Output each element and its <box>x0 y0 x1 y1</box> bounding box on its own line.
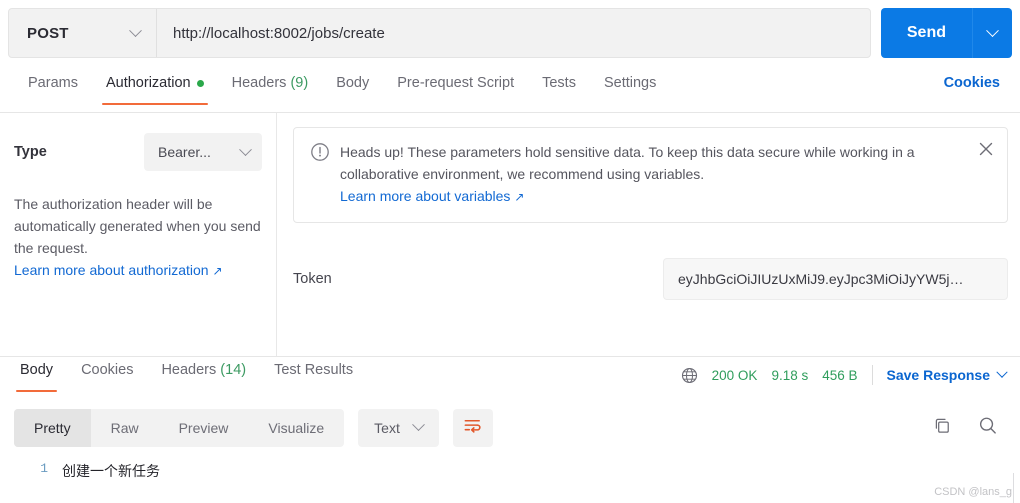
tab-label: Cookies <box>81 362 134 378</box>
alert-row: Heads up! These parameters hold sensitiv… <box>310 141 967 208</box>
send-button[interactable]: Send <box>880 8 972 58</box>
response-size: 456 B <box>822 367 858 383</box>
response-tab-list: Body Cookies Headers (14) Test Results <box>6 357 367 392</box>
body-tools <box>932 415 1006 441</box>
auth-type-row: Type Bearer... <box>14 133 262 171</box>
body-view-visualize[interactable]: Visualize <box>248 409 344 447</box>
line-wrapper: 1 创建一个新任务 <box>0 461 160 503</box>
response-meta: 200 OK 9.18 s 456 B Save Response <box>681 357 1014 385</box>
alert-body: Heads up! These parameters hold sensitiv… <box>340 141 967 208</box>
separator <box>871 365 873 385</box>
method-url-group: POST <box>8 8 871 58</box>
token-row: Token eyJhbGciOiJIUzUxMiJ9.eyJpc3MiOiJyY… <box>293 258 1008 300</box>
auth-type-select[interactable]: Bearer... <box>144 133 262 171</box>
response-status: 200 OK <box>711 367 758 383</box>
line-number: 1 <box>40 461 48 476</box>
url-bar: POST Send <box>8 8 1012 58</box>
body-format-select[interactable]: Text <box>358 408 439 447</box>
auth-description: The authorization header will be automat… <box>14 193 262 282</box>
save-response-button[interactable]: Save Response <box>886 366 1008 383</box>
warning-circle-icon <box>310 142 330 162</box>
learn-more-variables-link[interactable]: Learn more about variables ↗ <box>340 188 524 204</box>
learn-more-authorization-link[interactable]: Learn more about authorization ↗ <box>14 262 223 278</box>
tab-label: Body <box>20 362 54 378</box>
auth-type-value: Bearer... <box>158 144 211 160</box>
request-tabs: Params Authorization Headers (9) Body Pre-re… <box>0 70 1020 112</box>
request-tab-authorization[interactable]: Authorization <box>92 70 218 105</box>
authorization-pane: Type Bearer... The authorization header … <box>0 113 1020 356</box>
token-input[interactable]: eyJhbGciOiJIUzUxMiJ9.eyJpc3MiOiJyYW5j… <box>663 258 1008 300</box>
response-tabs: Body Cookies Headers (14) Test Results 200 … <box>0 357 1020 399</box>
response-body-toolbar: Pretty Raw Preview Visualize Text <box>0 400 1020 455</box>
body-view-segmented-control: Pretty Raw Preview Visualize <box>14 408 345 447</box>
request-tab-params[interactable]: Params <box>14 70 92 105</box>
chevron-down-icon <box>239 142 252 156</box>
tab-label: Pre-request Script <box>397 75 515 91</box>
token-label: Token <box>293 271 332 287</box>
status-dot-icon <box>196 79 204 87</box>
response-body-line: 创建一个新任务 <box>62 463 160 479</box>
http-method-value: POST <box>27 24 69 42</box>
response-time: 9.18 s <box>771 367 809 383</box>
tab-label: Headers <box>161 362 217 378</box>
response-tab-body[interactable]: Body <box>6 357 67 392</box>
postman-request-window: POST Send Params Authorization Headers (9)… <box>0 0 1020 503</box>
body-format-value: Text <box>374 419 400 436</box>
tab-label: Test Results <box>274 362 354 378</box>
auth-description-text: The authorization header will be automat… <box>14 196 261 256</box>
save-response-label: Save Response <box>886 367 991 383</box>
chevron-down-icon <box>411 418 425 432</box>
chevron-down-icon <box>129 23 142 37</box>
request-tab-pre-request-script[interactable]: Pre-request Script <box>383 70 528 105</box>
copy-icon[interactable] <box>932 415 953 441</box>
tab-count: (14) <box>220 362 247 378</box>
auth-type-label: Type <box>14 144 47 160</box>
request-tab-headers[interactable]: Headers (9) <box>218 70 323 105</box>
request-tab-body[interactable]: Body <box>322 70 383 105</box>
request-tab-tests[interactable]: Tests <box>528 70 590 105</box>
cookies-link[interactable]: Cookies <box>938 70 1006 96</box>
chevron-down-icon <box>996 366 1008 378</box>
request-tab-settings[interactable]: Settings <box>590 70 670 105</box>
wrap-lines-button[interactable] <box>452 408 493 447</box>
url-input[interactable] <box>157 9 870 57</box>
response-tab-cookies[interactable]: Cookies <box>67 357 147 392</box>
tab-label: Settings <box>603 75 657 91</box>
body-view-preview[interactable]: Preview <box>159 409 249 447</box>
tab-label: Tests <box>542 75 576 91</box>
auth-type-column: Type Bearer... The authorization header … <box>0 113 277 356</box>
tab-label: Body <box>336 75 370 91</box>
send-options-button[interactable] <box>972 8 1012 58</box>
watermark: CSDN @lans_g <box>934 486 1012 498</box>
tab-count: (9) <box>290 75 309 91</box>
close-icon[interactable] <box>977 140 995 158</box>
wrap-text-icon <box>463 416 482 440</box>
response-body-content: 1 创建一个新任务 <box>0 455 1020 503</box>
external-link-icon: ↗ <box>212 264 223 278</box>
alert-message: Heads up! These parameters hold sensitiv… <box>340 144 915 182</box>
tab-label: Headers <box>231 75 287 91</box>
sensitive-data-alert: Heads up! These parameters hold sensitiv… <box>293 127 1008 223</box>
send-group: Send <box>880 8 1012 58</box>
tab-label: Params <box>28 75 78 91</box>
body-view-pretty[interactable]: Pretty <box>14 408 91 447</box>
search-icon[interactable] <box>977 415 998 441</box>
response-tab-headers[interactable]: Headers (14) <box>147 357 260 392</box>
watermark-rule <box>1013 473 1014 503</box>
auth-detail-column: Heads up! These parameters hold sensitiv… <box>277 113 1020 356</box>
body-view-raw[interactable]: Raw <box>91 409 159 447</box>
tab-label: Authorization <box>105 75 191 91</box>
response-tab-test-results[interactable]: Test Results <box>260 357 367 392</box>
external-link-icon: ↗ <box>514 190 525 204</box>
chevron-down-icon <box>986 23 999 37</box>
http-method-select[interactable]: POST <box>9 9 157 57</box>
globe-icon <box>681 367 698 384</box>
